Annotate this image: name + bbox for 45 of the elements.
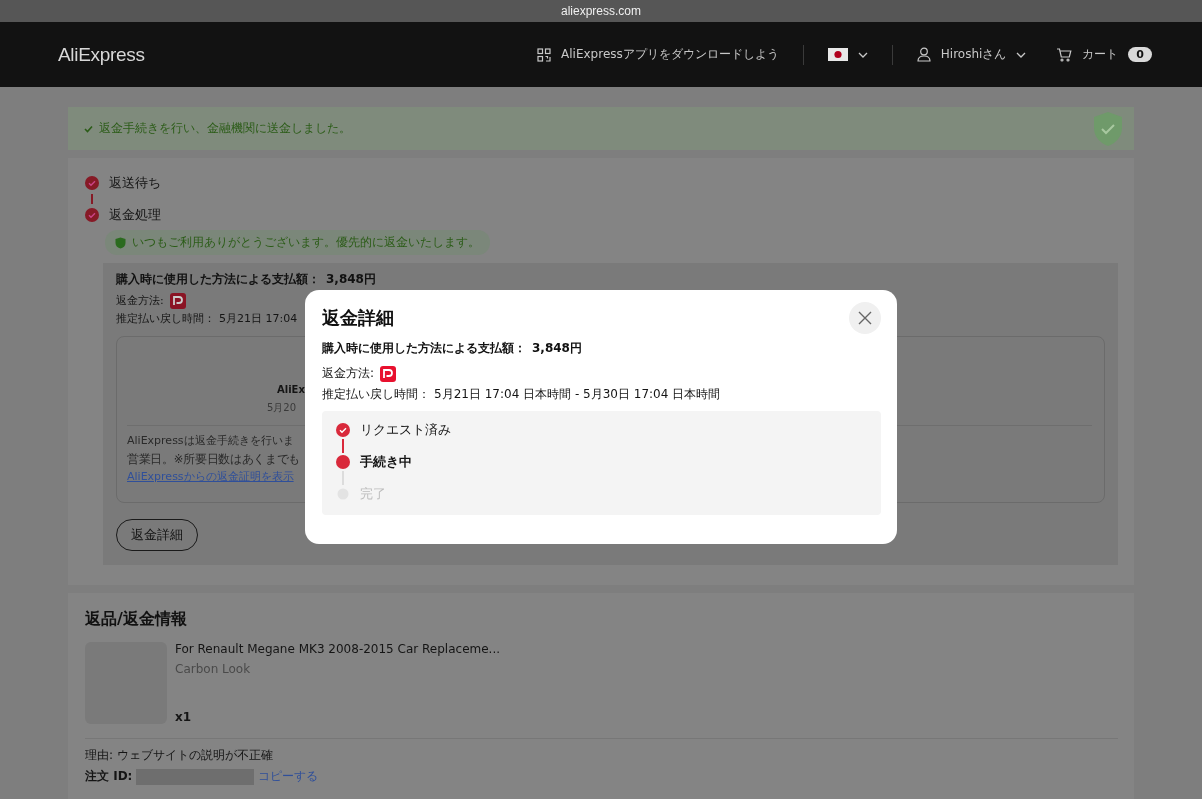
qr-code-icon	[537, 47, 552, 62]
site-logo[interactable]: AliExpress	[58, 43, 145, 66]
banner-text: 返金手続きを行い、金融機関に送金しました。	[99, 120, 351, 137]
step-label: リクエスト済み	[360, 421, 451, 439]
chevron-down-icon	[857, 51, 868, 58]
browser-url: aliexpress.com	[561, 4, 641, 18]
reason-value: ウェブサイトの説明が不正確	[117, 747, 274, 764]
estimate-value: 5月21日 17:04	[219, 311, 298, 327]
japan-flag-icon[interactable]	[827, 48, 848, 61]
amount-label: 購入時に使用した方法による支払額：	[116, 271, 320, 288]
amount-value: 3,848円	[532, 340, 582, 357]
step-label: 返金処理	[109, 206, 161, 224]
step-label: 手続き中	[360, 453, 412, 471]
estimate-value: 5月21日 17:04 日本時間 - 5月30日 17:04 日本時間	[434, 386, 721, 403]
check-icon	[84, 124, 93, 133]
shield-check-icon	[115, 236, 126, 249]
method-label: 返金方法:	[322, 365, 375, 382]
app-download-link[interactable]: AliExpressアプリをダウンロードしよう	[561, 46, 779, 63]
reason-label: 理由:	[85, 747, 114, 764]
close-icon	[858, 311, 872, 325]
payment-logo-icon	[169, 293, 186, 309]
receipt-title: AliEx	[277, 383, 305, 397]
payment-logo-icon	[380, 365, 397, 382]
amount-value: 3,848円	[326, 271, 376, 288]
chevron-down-icon	[1016, 51, 1027, 58]
receipt-text: 営業日。※所要日数はあくまでも	[127, 451, 301, 468]
dialog-title: 返金詳細	[322, 306, 394, 330]
receipt-text: AliExpressは返金手続きを行いま	[127, 433, 294, 449]
step-label: 返送待ち	[109, 174, 161, 192]
product-variant: Carbon Look	[175, 662, 252, 676]
estimate-label: 推定払い戻し時間：	[116, 311, 215, 327]
close-button[interactable]	[849, 302, 881, 334]
order-id-label: 注文 ID:	[85, 768, 133, 785]
user-icon	[916, 47, 931, 62]
cart-count: 0	[1128, 47, 1152, 62]
user-name[interactable]: Hiroshiさん	[940, 46, 1007, 63]
cart-link[interactable]: カート	[1082, 46, 1119, 63]
section-title: 返品/返金情報	[85, 609, 187, 628]
amount-label: 購入時に使用した方法による支払額：	[322, 340, 526, 357]
estimate-label: 推定払い戻し時間：	[322, 386, 430, 403]
notice-text: いつもご利用ありがとうございます。優先的に返金いたします。	[132, 234, 480, 251]
cart-icon	[1056, 47, 1073, 62]
product-name[interactable]: For Renault Megane MK3 2008-2015 Car Replaceme...	[175, 642, 501, 656]
product-quantity: x1	[175, 710, 193, 724]
method-label: 返金方法:	[116, 293, 164, 309]
